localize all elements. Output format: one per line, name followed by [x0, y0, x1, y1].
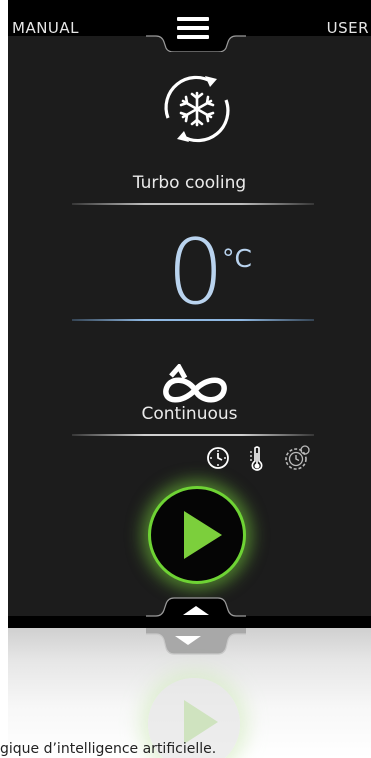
- start-button[interactable]: [148, 486, 246, 584]
- hamburger-menu-icon[interactable]: [177, 17, 209, 39]
- snowflake-cycle-icon[interactable]: [158, 70, 236, 148]
- caption-text: gique d’intelligence artificielle.: [0, 741, 217, 757]
- play-icon: [184, 511, 222, 559]
- duration-divider: [72, 434, 314, 436]
- manual-mode-label[interactable]: MANUAL: [12, 19, 79, 37]
- duration-label: Continuous: [141, 404, 238, 424]
- user-label[interactable]: USER: [327, 19, 369, 37]
- clock-icon[interactable]: [205, 444, 231, 472]
- infinity-loop-icon[interactable]: [155, 364, 235, 406]
- cycle-name: Turbo cooling: [132, 173, 247, 193]
- control-panel: MANUAL USER Turbo cooling 0 °C Continuou…: [8, 0, 371, 628]
- arrow-up-icon[interactable]: [183, 606, 209, 615]
- reflected-play-icon: [184, 700, 218, 744]
- temperature-unit: °C: [222, 244, 252, 273]
- temperature-divider: [72, 319, 314, 321]
- timer-settings-icon[interactable]: [282, 444, 312, 472]
- reflected-arrow-icon: [175, 636, 201, 645]
- temperature-value[interactable]: 0: [167, 228, 224, 318]
- thermometer-icon[interactable]: [244, 444, 270, 472]
- divider: [72, 203, 314, 205]
- reflection: [8, 628, 371, 758]
